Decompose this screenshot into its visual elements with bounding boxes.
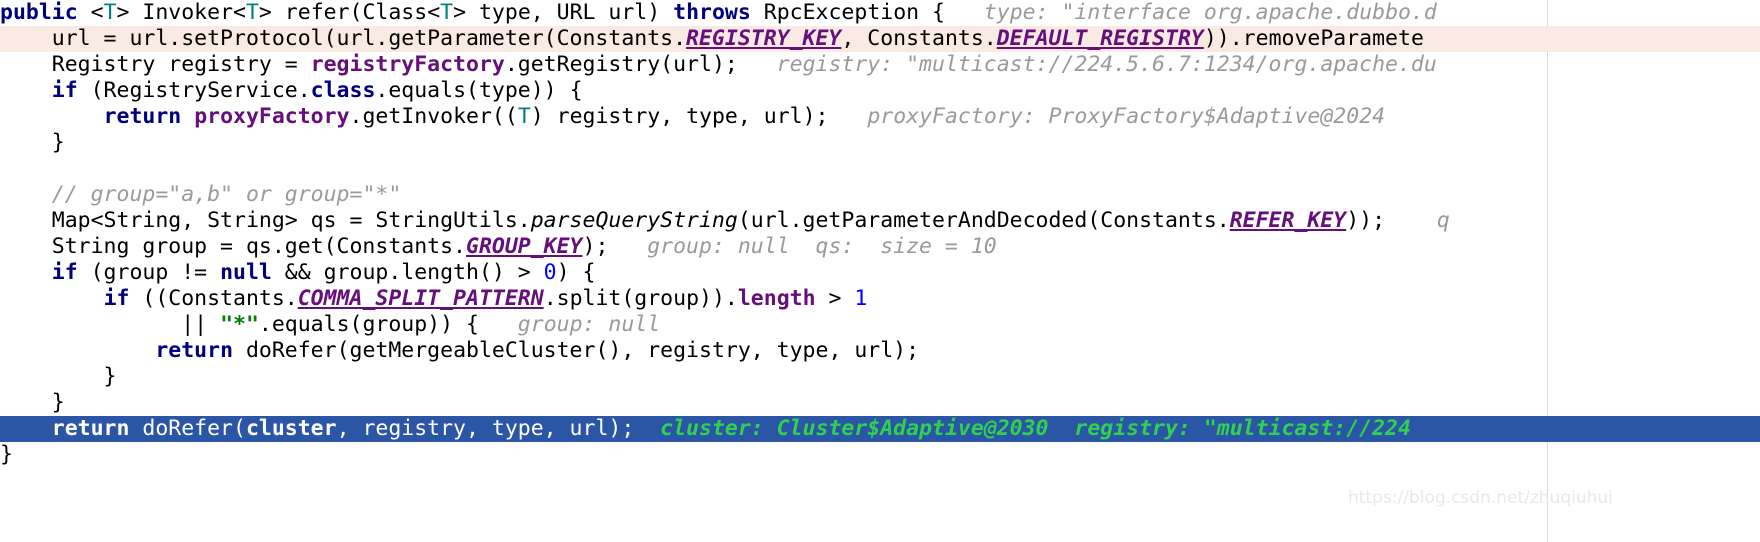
code-token: T bbox=[440, 0, 454, 25]
watermark-text: https://blog.csdn.net/zhuqiuhui bbox=[1348, 488, 1613, 508]
code-token: throws bbox=[673, 0, 751, 25]
code-token: (group != bbox=[77, 260, 221, 285]
inline-debugger-hint: q bbox=[1385, 208, 1450, 233]
code-token: .equals(group)) { bbox=[258, 312, 479, 337]
code-line[interactable]: } bbox=[0, 442, 1760, 468]
code-line[interactable]: if (group != null && group.length() > 0)… bbox=[0, 260, 1760, 286]
code-line[interactable]: } bbox=[0, 130, 1760, 156]
code-token: && group.length() > bbox=[271, 260, 544, 285]
code-token: Map<String, String> qs = StringUtils. bbox=[0, 208, 531, 233]
code-token: "*" bbox=[220, 312, 259, 337]
code-line[interactable]: Map<String, String> qs = StringUtils.par… bbox=[0, 208, 1760, 234]
inline-debugger-hint: proxyFactory: ProxyFactory$Adaptive@2024 bbox=[828, 104, 1386, 129]
code-line[interactable]: if (RegistryService.class.equals(type)) … bbox=[0, 78, 1760, 104]
code-token: T bbox=[517, 104, 531, 129]
code-content-area[interactable]: public <T> Invoker<T> refer(Class<T> typ… bbox=[0, 0, 1760, 468]
code-comment: // group="a,b" or group="*" bbox=[51, 182, 402, 207]
code-line[interactable]: || "*".equals(group)) { group: null bbox=[0, 312, 1760, 338]
code-token: T bbox=[103, 0, 117, 25]
code-token: return bbox=[103, 104, 182, 129]
code-token: , Constants. bbox=[841, 26, 997, 51]
code-token: || bbox=[0, 312, 221, 337]
code-line[interactable]: // group="a,b" or group="*" bbox=[0, 182, 1760, 208]
code-token: doRefer( bbox=[129, 416, 246, 441]
code-token: ((Constants. bbox=[129, 286, 298, 311]
code-token: < bbox=[77, 0, 104, 25]
code-token: if bbox=[51, 78, 78, 103]
code-token: .split(group)). bbox=[543, 286, 738, 311]
code-editor-viewport[interactable]: public <T> Invoker<T> refer(Class<T> typ… bbox=[0, 0, 1760, 542]
code-line[interactable]: return doRefer(getMergeableCluster(), re… bbox=[0, 338, 1760, 364]
inline-debugger-hint: cluster: Cluster$Adaptive@2030 registry:… bbox=[634, 416, 1411, 441]
code-token: length bbox=[737, 286, 816, 311]
code-token: T bbox=[245, 0, 259, 25]
code-token: COMMA_SPLIT_PATTERN bbox=[297, 286, 544, 311]
code-token: } bbox=[0, 442, 13, 467]
code-token: )).removeParamete bbox=[1203, 26, 1424, 51]
code-token: .getInvoker(( bbox=[349, 104, 518, 129]
code-token: null bbox=[220, 260, 272, 285]
inline-debugger-hint: registry: "multicast://224.5.6.7:1234/or… bbox=[737, 52, 1437, 77]
code-line[interactable]: String group = qs.get(Constants.GROUP_KE… bbox=[0, 234, 1760, 260]
code-token: } bbox=[0, 130, 65, 155]
code-line-modified[interactable]: url = url.setProtocol(url.getParameter(C… bbox=[0, 26, 1760, 52]
code-token: return bbox=[51, 416, 130, 441]
code-token: GROUP_KEY bbox=[466, 234, 583, 259]
code-token: url = url.setProtocol(url.getParameter(C… bbox=[0, 26, 687, 51]
code-token: if bbox=[103, 286, 130, 311]
inline-debugger-hint: group: null bbox=[478, 312, 661, 337]
code-token: , registry, type, url); bbox=[336, 416, 635, 441]
code-token: > type, URL url) bbox=[453, 0, 674, 25]
code-token: (RegistryService. bbox=[77, 78, 311, 103]
code-token: registryFactory bbox=[310, 52, 505, 77]
code-token: > refer(Class< bbox=[258, 0, 441, 25]
code-token: ) registry, type, url); bbox=[530, 104, 829, 129]
code-token: } bbox=[0, 364, 117, 389]
code-line[interactable]: if ((Constants.COMMA_SPLIT_PATTERN.split… bbox=[0, 286, 1760, 312]
code-line[interactable]: public <T> Invoker<T> refer(Class<T> typ… bbox=[0, 0, 1760, 26]
code-token: String group = qs.get(Constants. bbox=[0, 234, 466, 259]
inline-debugger-hint: type: "interface org.apache.dubbo.d bbox=[945, 0, 1437, 25]
code-token: 1 bbox=[854, 286, 868, 311]
code-token: if bbox=[51, 260, 78, 285]
code-token: > Invoker< bbox=[116, 0, 246, 25]
inline-debugger-hint: group: null qs: size = 10 bbox=[608, 234, 997, 259]
code-token: Registry registry = bbox=[0, 52, 311, 77]
code-token: .equals(type)) { bbox=[375, 78, 583, 103]
code-token: proxyFactory bbox=[194, 104, 350, 129]
code-token: return bbox=[155, 338, 234, 363]
code-token: parseQueryString bbox=[530, 208, 738, 233]
code-token: )); bbox=[1346, 208, 1386, 233]
code-token: cluster bbox=[245, 416, 337, 441]
code-line[interactable]: } bbox=[0, 364, 1760, 390]
code-token: ) { bbox=[556, 260, 596, 285]
code-token: class bbox=[310, 78, 376, 103]
code-token: (url.getParameterAndDecoded(Constants. bbox=[737, 208, 1230, 233]
code-token: public bbox=[0, 0, 78, 25]
code-line[interactable]: } bbox=[0, 390, 1760, 416]
code-token: doRefer(getMergeableCluster(), registry,… bbox=[233, 338, 920, 363]
code-line-current-execution[interactable]: return doRefer(cluster, registry, type, … bbox=[0, 416, 1760, 442]
code-token: DEFAULT_REGISTRY bbox=[996, 26, 1204, 51]
code-token: RpcException { bbox=[750, 0, 945, 25]
code-token: } bbox=[0, 390, 65, 415]
code-line[interactable]: Registry registry = registryFactory.getR… bbox=[0, 52, 1760, 78]
code-token: REFER_KEY bbox=[1229, 208, 1347, 233]
code-line[interactable] bbox=[0, 156, 1760, 182]
code-token: .getRegistry(url); bbox=[504, 52, 738, 77]
code-token: ); bbox=[582, 234, 609, 259]
code-token: > bbox=[815, 286, 855, 311]
code-token: REGISTRY_KEY bbox=[686, 26, 842, 51]
code-line[interactable]: return proxyFactory.getInvoker((T) regis… bbox=[0, 104, 1760, 130]
code-token: 0 bbox=[543, 260, 557, 285]
